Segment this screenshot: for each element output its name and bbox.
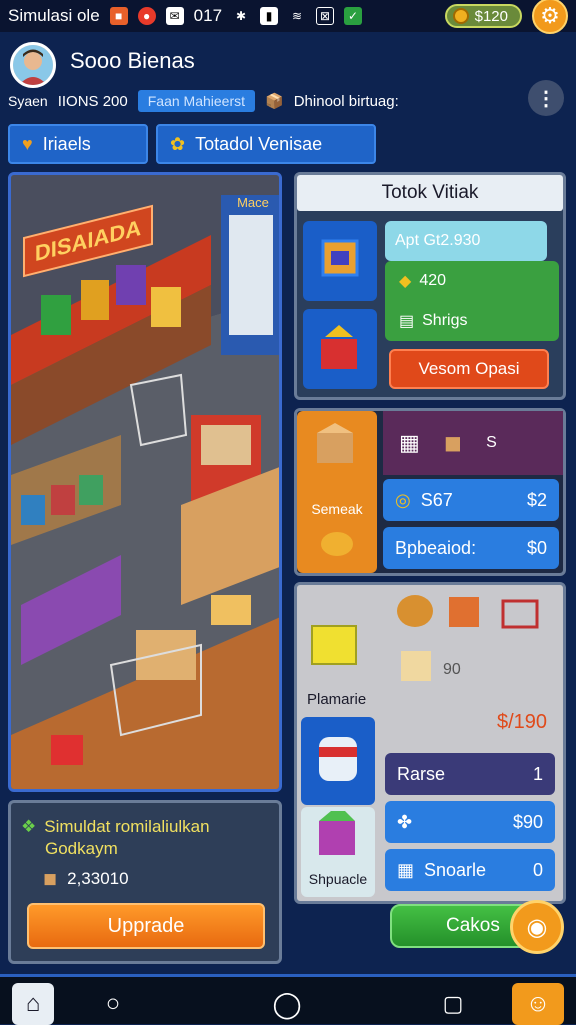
market-row-1-label: Rarse bbox=[397, 763, 446, 784]
tab-label: Iriaels bbox=[42, 133, 91, 154]
stock-row-1-right: $2 bbox=[526, 489, 547, 510]
header-stat: IIONS 200 bbox=[57, 92, 128, 110]
market-row-1[interactable]: Rarse 1 bbox=[385, 753, 555, 795]
app-icon-orange: ■ bbox=[109, 7, 128, 25]
heart-icon: ♥ bbox=[22, 133, 33, 154]
market-row-2-value: $90 bbox=[512, 811, 543, 832]
header-subtitle: Syaen bbox=[8, 93, 48, 109]
shop-item-1: 420 bbox=[419, 272, 447, 289]
tab-totadol-venisae[interactable]: ✿ Totadol Venisae bbox=[156, 124, 376, 164]
stock-row-1[interactable]: ◎ S67 $2 bbox=[383, 479, 559, 521]
stock-row-2-left: Bpbeaiod: bbox=[395, 537, 477, 558]
bag-icon: ✿ bbox=[170, 133, 186, 154]
leaf-icon: ❖ bbox=[21, 817, 37, 836]
shop-panel-title: Totok Vitiak bbox=[297, 175, 563, 211]
green-badge-icon: ✓ bbox=[344, 7, 363, 25]
cube-icon: ◆ bbox=[399, 273, 412, 290]
signal-icon: ⊠ bbox=[316, 7, 335, 25]
market-row-3[interactable]: ▦ Snoarle 0 bbox=[385, 849, 555, 891]
shop-panel: Totok Vitiak Apt Gt2.930 ◆ 420 ▤ Shrigs … bbox=[294, 172, 566, 400]
header-pill-button[interactable]: Faan Mahieerst bbox=[137, 90, 256, 112]
upgrade-amount: 2,33010 bbox=[67, 869, 129, 888]
circle-home-icon[interactable]: ◯ bbox=[266, 983, 308, 1025]
upgrade-line-2: Godkaym bbox=[45, 839, 118, 858]
battery-icon: ▮ bbox=[260, 7, 279, 25]
recent-apps-icon[interactable]: ▢ bbox=[432, 983, 474, 1025]
stock-label: Semeak bbox=[311, 501, 363, 517]
app-label: Simulasi ole bbox=[8, 6, 100, 25]
tab-label: Totadol Venisae bbox=[195, 133, 323, 154]
market-value-a: 90 bbox=[443, 661, 461, 678]
market-label-a: Plamarie bbox=[307, 691, 367, 708]
coins-icon: ◎ bbox=[395, 489, 411, 510]
market-row-3-label: Snoarle bbox=[424, 859, 487, 880]
gift-box-icon[interactable] bbox=[303, 309, 377, 389]
home-icon[interactable]: ⌂ bbox=[12, 983, 54, 1025]
market-panel: Plamarie 90 $/190 Shpuacle Rarse 1 ✤ $90… bbox=[294, 582, 566, 904]
upgrade-button[interactable]: Upprade bbox=[27, 903, 265, 949]
more-options-icon[interactable]: ⋮ bbox=[528, 80, 564, 116]
stock-row-2-right: $0 bbox=[526, 537, 547, 558]
soda-can-icon[interactable] bbox=[301, 717, 375, 805]
coin-icon bbox=[452, 8, 469, 24]
package-icon: ◼ bbox=[43, 869, 58, 888]
market-price: $/190 bbox=[497, 711, 548, 733]
player-name: Sooo Bienas bbox=[70, 48, 195, 73]
side-sign: Mace bbox=[237, 195, 269, 210]
crate-icon[interactable] bbox=[303, 221, 377, 301]
vesom-opasi-button[interactable]: Vesom Opasi bbox=[389, 349, 549, 389]
list-icon: ▤ bbox=[399, 313, 415, 330]
profile-icon[interactable]: ☺ bbox=[512, 983, 564, 1025]
clock-text: 017 bbox=[193, 6, 223, 25]
stock-row-1-left: S67 bbox=[420, 489, 453, 510]
package-icon: ◼ bbox=[443, 430, 463, 455]
status-bar: Simulasi ole ■ ● ✉ 017 ✱ ▮ ≋ ⊠ ✓ $120 ⚙ bbox=[0, 0, 576, 34]
settings-gear-icon[interactable]: ⚙ bbox=[532, 0, 568, 34]
shop-items-card: ◆ 420 ▤ Shrigs bbox=[385, 261, 559, 341]
box-icon: 📦 bbox=[265, 93, 284, 110]
message-icon: ✉ bbox=[165, 7, 184, 25]
shop-item-2: Shrigs bbox=[422, 312, 468, 329]
wifi-icon: ≋ bbox=[292, 9, 303, 23]
stock-row-2[interactable]: Bpbeaiod: $0 bbox=[383, 527, 559, 569]
stock-card[interactable]: Semeak bbox=[297, 411, 377, 573]
header-info-row: Syaen IIONS 200 Faan Mahieerst 📦 Dhinool… bbox=[8, 88, 399, 114]
price-header: Apt Gt2.930 bbox=[385, 221, 547, 261]
coin-amount: $120 bbox=[474, 7, 508, 25]
basket-icon[interactable]: Shpuacle bbox=[301, 807, 375, 897]
store-scene[interactable]: DISAIADA Mace bbox=[8, 172, 282, 792]
bluetooth-icon: ✱ bbox=[236, 9, 247, 23]
coin-counter[interactable]: $120 bbox=[444, 4, 522, 28]
notification-icon: ● bbox=[137, 7, 156, 25]
upgrade-panel: ❖ Simuldat romilaliulkan Godkaym ◼ 2,330… bbox=[8, 800, 282, 964]
bottom-navigation: ⌂ ○ ◯ ▢ ☺ bbox=[0, 974, 576, 1025]
search-icon[interactable]: ○ bbox=[92, 983, 134, 1025]
market-items-illustration bbox=[397, 595, 539, 681]
stock-top-value: S bbox=[486, 434, 497, 451]
crate-yellow-icon bbox=[311, 625, 357, 665]
flower-icon: ✤ bbox=[397, 811, 413, 832]
grid-icon: ▦ bbox=[397, 859, 415, 880]
stock-top-row: ▦ ◼ S bbox=[383, 411, 563, 475]
cakes-label: Cakos bbox=[446, 915, 500, 936]
market-row-1-value: 1 bbox=[532, 763, 543, 784]
avatar[interactable] bbox=[10, 42, 56, 88]
tab-iriaels[interactable]: ♥ Iriaels bbox=[8, 124, 148, 164]
ticket-icon: ▦ bbox=[399, 430, 420, 455]
stock-panel: Semeak ▦ ◼ S ◎ S67 $2 Bpbeaiod: $0 bbox=[294, 408, 566, 576]
cake-badge-icon[interactable]: ◉ bbox=[510, 900, 564, 954]
header-right-text: Dhinool birtuag: bbox=[293, 92, 399, 110]
market-label-b: Shpuacle bbox=[308, 871, 368, 887]
upgrade-line-1: Simuldat romilaliulkan bbox=[44, 817, 210, 836]
profile-header: Sooo Bienas ⋮ Syaen IIONS 200 Faan Mahie… bbox=[0, 34, 576, 118]
market-row-2[interactable]: ✤ $90 bbox=[385, 801, 555, 843]
market-row-3-value: 0 bbox=[532, 859, 543, 880]
